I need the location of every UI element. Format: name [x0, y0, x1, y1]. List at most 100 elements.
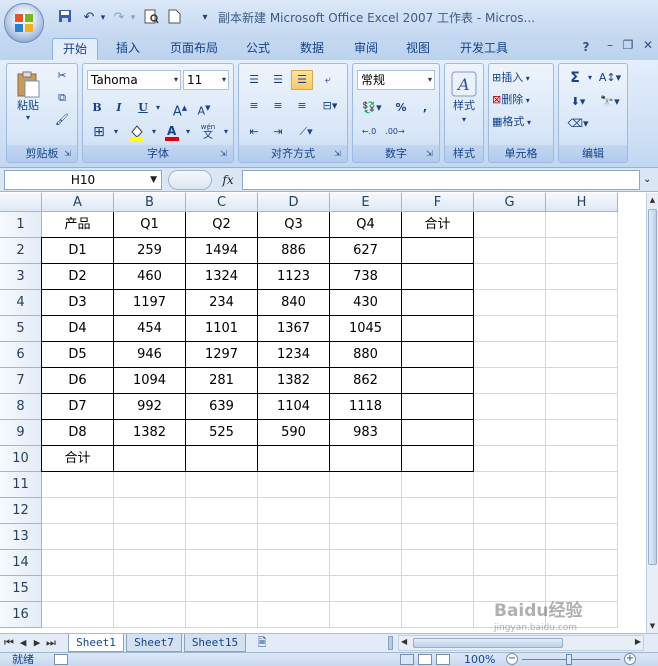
- cell-h4[interactable]: [546, 290, 618, 316]
- borders-dropdown-icon[interactable]: ▾: [111, 122, 121, 142]
- underline-button[interactable]: U: [133, 98, 153, 118]
- cell-f3[interactable]: [402, 264, 474, 290]
- scroll-thumb[interactable]: [648, 209, 657, 565]
- cell-g2[interactable]: [474, 238, 546, 264]
- normal-view-icon[interactable]: [400, 654, 414, 665]
- cell-c6[interactable]: 1297: [186, 342, 258, 368]
- cell-b11[interactable]: [114, 472, 186, 498]
- cell-b8[interactable]: 992: [114, 394, 186, 420]
- first-sheet-icon[interactable]: ⏮: [2, 634, 16, 652]
- tab-insert[interactable]: 插入: [108, 38, 148, 60]
- cell-c3[interactable]: 1324: [186, 264, 258, 290]
- cell-b16[interactable]: [114, 602, 186, 628]
- delete-cells-button[interactable]: ⊠删除 ▾: [491, 90, 551, 110]
- cell-e6[interactable]: 880: [330, 342, 402, 368]
- styles-button[interactable]: A 样式 ▾: [447, 68, 481, 138]
- cell-d6[interactable]: 1234: [258, 342, 330, 368]
- cell-b10[interactable]: [114, 446, 186, 472]
- formula-bar-resize-handle[interactable]: [168, 170, 212, 190]
- cell-c16[interactable]: [186, 602, 258, 628]
- cell-d16[interactable]: [258, 602, 330, 628]
- cell-c5[interactable]: 1101: [186, 316, 258, 342]
- tab-developer[interactable]: 开发工具: [452, 38, 516, 60]
- macro-record-icon[interactable]: [54, 654, 68, 665]
- cell-f10[interactable]: [402, 446, 474, 472]
- cell-b9[interactable]: 1382: [114, 420, 186, 446]
- cell-h11[interactable]: [546, 472, 618, 498]
- cell-d9[interactable]: 590: [258, 420, 330, 446]
- cell-g5[interactable]: [474, 316, 546, 342]
- cell-f1[interactable]: 合计: [402, 212, 474, 238]
- row-header-11[interactable]: 11: [0, 472, 42, 498]
- insert-function-button[interactable]: fx: [216, 171, 240, 189]
- wrap-text-icon[interactable]: ⤶: [317, 70, 339, 90]
- zoom-slider-thumb[interactable]: [566, 654, 572, 665]
- align-left-icon[interactable]: ≡: [243, 96, 265, 116]
- last-sheet-icon[interactable]: ⏭: [44, 634, 58, 652]
- font-color-icon[interactable]: A: [161, 122, 183, 142]
- cell-b13[interactable]: [114, 524, 186, 550]
- decrease-decimal-icon[interactable]: .00→: [383, 122, 407, 142]
- sort-filter-icon[interactable]: A↕▾: [595, 68, 625, 88]
- new-document-icon[interactable]: [165, 9, 183, 27]
- cell-f16[interactable]: [402, 602, 474, 628]
- zoom-level[interactable]: 100%: [464, 653, 495, 666]
- row-header-4[interactable]: 4: [0, 290, 42, 316]
- fill-color-icon[interactable]: [125, 122, 149, 142]
- cell-c2[interactable]: 1494: [186, 238, 258, 264]
- paste-button[interactable]: 粘贴 ▾: [11, 68, 45, 132]
- cell-a3[interactable]: D2: [42, 264, 114, 290]
- cell-c13[interactable]: [186, 524, 258, 550]
- cell-d8[interactable]: 1104: [258, 394, 330, 420]
- cell-d11[interactable]: [258, 472, 330, 498]
- cell-c15[interactable]: [186, 576, 258, 602]
- row-header-5[interactable]: 5: [0, 316, 42, 342]
- cell-c4[interactable]: 234: [186, 290, 258, 316]
- cell-h15[interactable]: [546, 576, 618, 602]
- alignment-launcher-icon[interactable]: ⇲: [334, 149, 344, 159]
- cell-a10[interactable]: 合计: [42, 446, 114, 472]
- prev-sheet-icon[interactable]: ◀: [16, 634, 30, 652]
- cell-f11[interactable]: [402, 472, 474, 498]
- cell-a8[interactable]: D7: [42, 394, 114, 420]
- insert-sheet-icon[interactable]: 🗎: [250, 634, 274, 652]
- increase-indent-icon[interactable]: ⇥: [267, 122, 289, 142]
- row-header-16[interactable]: 16: [0, 602, 42, 628]
- cell-d7[interactable]: 1382: [258, 368, 330, 394]
- name-box-dropdown-icon[interactable]: ▼: [150, 171, 157, 189]
- cell-f4[interactable]: [402, 290, 474, 316]
- select-all-corner[interactable]: [0, 193, 42, 212]
- underline-dropdown-icon[interactable]: ▾: [153, 98, 163, 118]
- cell-e8[interactable]: 1118: [330, 394, 402, 420]
- comma-style-button[interactable]: ,: [415, 98, 435, 118]
- align-right-icon[interactable]: ≡: [291, 96, 313, 116]
- cell-f7[interactable]: [402, 368, 474, 394]
- percent-style-button[interactable]: %: [391, 98, 411, 118]
- cell-f15[interactable]: [402, 576, 474, 602]
- row-header-1[interactable]: 1: [0, 212, 42, 238]
- cell-g11[interactable]: [474, 472, 546, 498]
- column-header-b[interactable]: B: [114, 193, 186, 212]
- phonetic-guide-button[interactable]: wén 文: [195, 122, 221, 142]
- cell-d13[interactable]: [258, 524, 330, 550]
- borders-icon[interactable]: ⊞: [87, 122, 111, 142]
- row-header-7[interactable]: 7: [0, 368, 42, 394]
- find-select-icon[interactable]: 🔭▾: [595, 92, 625, 112]
- cell-e15[interactable]: [330, 576, 402, 602]
- column-header-g[interactable]: G: [474, 193, 546, 212]
- tab-view[interactable]: 视图: [398, 38, 438, 60]
- formula-input[interactable]: [242, 170, 640, 190]
- cell-g3[interactable]: [474, 264, 546, 290]
- cell-c14[interactable]: [186, 550, 258, 576]
- cell-f6[interactable]: [402, 342, 474, 368]
- cell-c1[interactable]: Q2: [186, 212, 258, 238]
- row-header-12[interactable]: 12: [0, 498, 42, 524]
- column-header-h[interactable]: H: [546, 193, 618, 212]
- merge-center-icon[interactable]: ⊟▾: [315, 96, 345, 116]
- tab-page-layout[interactable]: 页面布局: [162, 38, 226, 60]
- cell-e1[interactable]: Q4: [330, 212, 402, 238]
- scroll-right-icon[interactable]: ▶: [635, 637, 641, 646]
- cell-d5[interactable]: 1367: [258, 316, 330, 342]
- cell-g1[interactable]: [474, 212, 546, 238]
- zoom-in-icon[interactable]: +: [624, 653, 636, 665]
